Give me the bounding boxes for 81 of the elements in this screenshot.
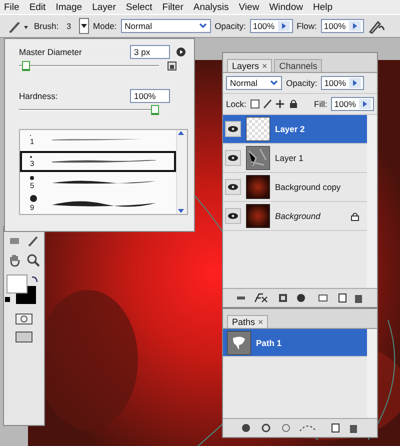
slider-thumb[interactable] <box>151 105 159 115</box>
slider-thumb[interactable] <box>22 61 30 71</box>
menu-item[interactable]: Filter <box>162 2 184 12</box>
fill-field[interactable]: 100% <box>331 97 374 111</box>
arrow-right-icon <box>348 78 361 88</box>
pen-icon[interactable] <box>26 235 40 247</box>
brush-picker-button[interactable] <box>79 18 90 34</box>
brush-size: 3 <box>66 22 72 30</box>
mode-dropdown[interactable]: Normal <box>120 19 211 33</box>
airbrush-icon[interactable] <box>368 18 386 34</box>
menu-item[interactable]: Image <box>56 2 82 12</box>
visibility-toggle[interactable] <box>225 179 241 195</box>
caret-icon <box>81 24 88 28</box>
layer-name: Background copy <box>275 182 341 192</box>
arrow-up-icon <box>177 130 185 136</box>
menu-item[interactable]: File <box>4 2 20 12</box>
layer-name: Background <box>275 211 320 221</box>
opacity-field[interactable]: 100% <box>250 19 293 33</box>
brush-label: Brush: <box>34 21 59 31</box>
arrow-right-icon <box>348 21 361 31</box>
layer-thumbnail <box>246 204 270 228</box>
brush-stroke-icon <box>52 179 156 186</box>
flow-label: Flow: <box>296 21 317 31</box>
menu-item[interactable]: Analysis <box>193 2 229 12</box>
layer-name: Layer 1 <box>275 153 304 163</box>
blend-mode-dropdown[interactable]: Normal <box>226 76 282 90</box>
chevron-down-icon <box>270 80 278 86</box>
checkerboard-thumbnail <box>246 117 270 141</box>
panel-tab[interactable]: Channels <box>274 59 322 72</box>
search-icon[interactable] <box>26 253 40 267</box>
path-actions-icon[interactable] <box>240 423 360 433</box>
quick-mask-icon[interactable] <box>15 313 33 325</box>
menu-item[interactable]: Layer <box>92 2 116 12</box>
menu-item[interactable]: Edit <box>29 2 46 12</box>
layer-thumbnail <box>246 146 270 170</box>
opacity-field[interactable]: 100% <box>321 76 364 90</box>
layer-row[interactable]: Layer 2 <box>223 115 367 144</box>
menu-item[interactable]: Help <box>312 2 333 12</box>
scrollbar[interactable] <box>176 130 187 214</box>
layer-row[interactable]: Background copy <box>223 173 367 202</box>
eye-icon <box>228 213 238 219</box>
arrow-down-icon <box>177 208 185 214</box>
visibility-toggle[interactable] <box>225 121 241 137</box>
flow-field[interactable]: 100% <box>320 19 364 33</box>
lock-label: Lock: <box>226 99 246 109</box>
diameter-field[interactable]: 3 px <box>130 45 170 59</box>
close-button[interactable]: × <box>262 61 268 71</box>
diameter-label: Master Diameter <box>19 47 83 57</box>
visibility-toggle[interactable] <box>225 150 241 166</box>
panel-tab[interactable]: Paths × <box>227 315 268 328</box>
hand-icon[interactable] <box>8 253 22 267</box>
layer-name: Layer 2 <box>275 124 305 134</box>
hardness-label: Hardness: <box>19 91 59 101</box>
arrow-right-icon <box>278 21 290 31</box>
hardness-field[interactable]: 100% <box>130 89 170 103</box>
eye-icon <box>228 155 238 161</box>
opacity-label: Opacity: <box>214 21 246 31</box>
fill-label: Fill: <box>314 99 328 109</box>
menu-item[interactable]: View <box>238 2 260 12</box>
path-row[interactable]: Path 1 <box>223 329 367 357</box>
menu-item[interactable]: Select <box>126 2 152 12</box>
layer-thumbnail <box>246 175 270 199</box>
close-button[interactable]: × <box>258 317 264 327</box>
eye-icon <box>228 126 238 132</box>
chevron-down-icon <box>198 23 207 29</box>
arrow-right-icon <box>359 99 371 109</box>
save-brush-icon[interactable] <box>167 61 177 71</box>
layer-row[interactable]: Layer 1 <box>223 144 367 173</box>
layer-actions-icon[interactable] <box>235 293 365 303</box>
panel-tab[interactable]: Layers × <box>227 59 272 72</box>
path-name: Path 1 <box>256 338 282 348</box>
eye-icon <box>228 184 238 190</box>
menu-item[interactable]: Window <box>269 2 303 12</box>
visibility-toggle[interactable] <box>225 208 241 224</box>
brush-stroke-icon <box>52 160 156 164</box>
layer-row[interactable]: Background <box>223 202 367 231</box>
lock-options-icon[interactable] <box>250 99 298 109</box>
screen-mode-icon[interactable] <box>15 331 33 343</box>
path-thumbnail <box>227 330 251 354</box>
mode-label: Mode: <box>93 21 117 31</box>
opacity-label: Opacity: <box>286 78 318 88</box>
